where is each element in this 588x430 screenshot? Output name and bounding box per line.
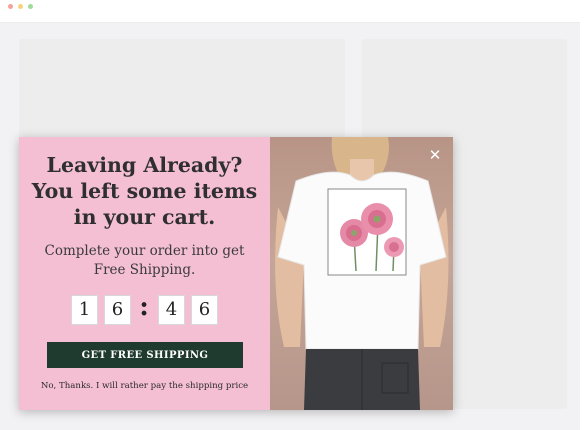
page-edge: [580, 22, 588, 430]
headline-line-3: in your cart.: [73, 205, 216, 229]
headline-line-1: Leaving Already?: [46, 153, 243, 177]
close-icon[interactable]: ✕: [427, 147, 443, 163]
popup-headline: Leaving Already? You left some items in …: [19, 152, 270, 230]
window-close-dot[interactable]: [8, 4, 13, 9]
popup-content-panel: Leaving Already? You left some items in …: [19, 137, 270, 410]
model-tshirt-illustration: [275, 137, 449, 410]
exit-intent-popup: Leaving Already? You left some items in …: [19, 137, 453, 410]
window-minimize-dot[interactable]: [18, 4, 23, 9]
browser-topbar: [0, 0, 588, 23]
product-image: ✕: [270, 137, 453, 410]
timer-digit-4: 6: [191, 295, 218, 325]
get-free-shipping-button[interactable]: GET FREE SHIPPING: [47, 342, 243, 368]
popup-subtitle: Complete your order into get Free Shippi…: [19, 242, 270, 280]
timer-digit-1: 1: [71, 295, 98, 325]
window-maximize-dot[interactable]: [28, 4, 33, 9]
timer-separator: :: [139, 292, 149, 322]
timer-digit-2: 6: [104, 295, 131, 325]
countdown-timer: 1 6 : 4 6: [71, 292, 221, 325]
subtitle-line-2: Free Shipping.: [93, 262, 196, 278]
subtitle-line-1: Complete your order into get: [44, 243, 245, 259]
decline-link[interactable]: No, Thanks. I will rather pay the shippi…: [19, 381, 270, 391]
timer-digit-3: 4: [158, 295, 185, 325]
headline-line-2: You left some items: [31, 179, 258, 203]
